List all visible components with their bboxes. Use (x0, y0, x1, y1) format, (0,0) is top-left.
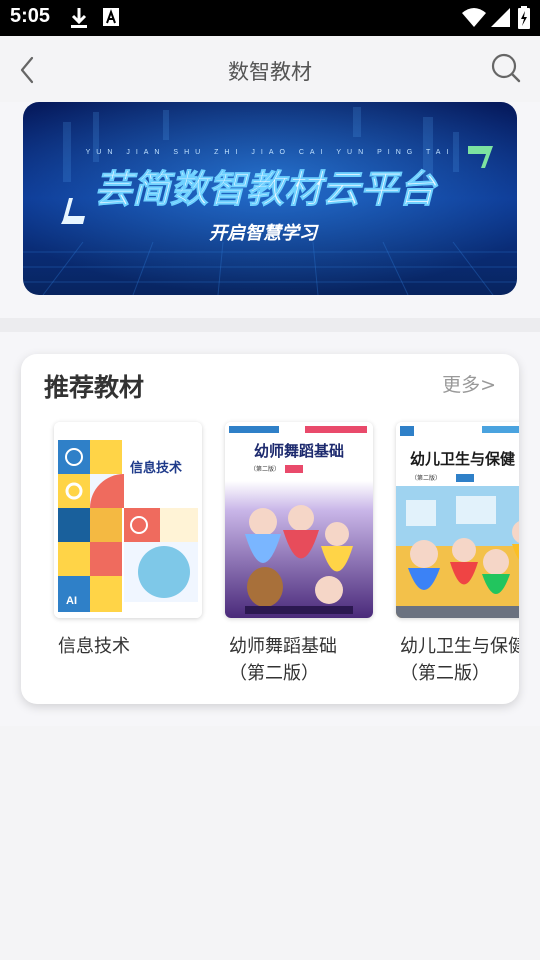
search-icon (491, 53, 521, 83)
signal-icon (489, 6, 511, 34)
svg-text:AI: AI (66, 595, 77, 607)
banner-pinyin: YUN JIAN SHU ZHI JIAO CAI YUN PING TAI (86, 149, 455, 156)
page-title: 数智教材 (228, 60, 312, 84)
section-title: 推荐教材 (44, 373, 145, 402)
download-icon (69, 6, 89, 34)
text-a-icon (102, 6, 120, 32)
book-cover: 幼儿卫生与保健 （第二版） (396, 422, 519, 618)
banner-carousel[interactable]: YUN JIAN SHU ZHI JIAO CAI YUN PING TAI 芸… (23, 102, 517, 295)
status-bar: 5:05 (0, 0, 540, 36)
book-title: 信息技术 (58, 633, 218, 660)
book-cover-title: 幼儿卫生与保健 (410, 450, 515, 468)
battery-icon (517, 6, 531, 34)
recommend-card: 推荐教材 更多> AI 信息技术 信息技术 幼师舞蹈基础 （第二版） 幼师舞蹈基… (21, 354, 519, 704)
book-cover: 幼师舞蹈基础 （第二版） (225, 422, 373, 618)
banner-section: YUN JIAN SHU ZHI JIAO CAI YUN PING TAI 芸… (0, 102, 540, 318)
more-link[interactable]: 更多> (442, 370, 496, 397)
book-cover-title: 幼师舞蹈基础 (254, 442, 344, 460)
book-cover-title: 信息技术 (130, 460, 182, 476)
book-title-line-2: （第二版） (400, 663, 490, 684)
search-button[interactable] (490, 52, 522, 84)
wifi-icon (461, 6, 487, 34)
app-header: 数智教材 (0, 36, 540, 102)
book-title-line-1: 信息技术 (58, 636, 130, 657)
book-title: 幼儿卫生与保健 （第二版） (400, 633, 519, 687)
banner-title: 芸简数智教材云平台 (94, 167, 439, 211)
book-title-line-1: 幼师舞蹈基础 (229, 636, 337, 657)
book-cover-edition: （第二版） (411, 474, 441, 482)
book-cover: AI 信息技术 (54, 422, 202, 618)
book-title: 幼师舞蹈基础 （第二版） (229, 633, 389, 687)
banner-graphic: YUN JIAN SHU ZHI JIAO CAI YUN PING TAI 芸… (23, 102, 517, 295)
status-time: 5:05 (10, 5, 51, 27)
banner-subtitle: 开启智慧学习 (209, 223, 319, 244)
book-title-line-2: （第二版） (229, 663, 319, 684)
book-cover-edition: （第二版） (250, 465, 280, 473)
recommend-section: 推荐教材 更多> AI 信息技术 信息技术 幼师舞蹈基础 （第二版） 幼师舞蹈基… (0, 332, 540, 726)
book-title-line-1: 幼儿卫生与保健 (400, 636, 519, 657)
section-divider (0, 318, 540, 332)
